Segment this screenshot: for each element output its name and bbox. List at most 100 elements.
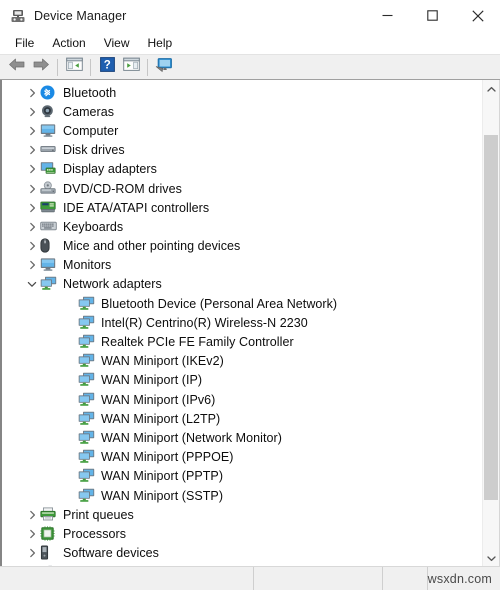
- network-adapter-icon: [78, 449, 95, 465]
- tree-row[interactable]: WAN Miniport (IPv6): [2, 390, 482, 409]
- title-bar: Device Manager: [0, 0, 500, 31]
- chevron-right-icon[interactable]: [24, 526, 40, 542]
- tree-row-label: Keyboards: [63, 219, 124, 234]
- scroll-up-button[interactable]: [483, 80, 499, 97]
- menu-file[interactable]: File: [6, 34, 43, 52]
- tree-row[interactable]: IDE ATA/ATAPI controllers: [2, 198, 482, 217]
- tree-row[interactable]: WAN Miniport (PPPOE): [2, 448, 482, 467]
- menu-view[interactable]: View: [95, 34, 139, 52]
- tree-indent-spacer: [62, 392, 78, 408]
- tree-row[interactable]: Mice and other pointing devices: [2, 237, 482, 256]
- tree-row[interactable]: Monitors: [2, 256, 482, 275]
- bluetooth-icon: [40, 85, 57, 101]
- toolbar-separator: [90, 58, 91, 76]
- tree-row[interactable]: Processors: [2, 524, 482, 543]
- tree-row-label: WAN Miniport (IPv6): [101, 392, 216, 407]
- chevron-right-icon[interactable]: [24, 545, 40, 561]
- device-manager-window: Device Manager File Action View Help ? B…: [0, 0, 500, 590]
- network-adapter-icon: [78, 372, 95, 388]
- chevron-right-icon[interactable]: [24, 181, 40, 197]
- tree-row-label: Bluetooth: [63, 85, 117, 100]
- chevron-right-icon[interactable]: [24, 219, 40, 235]
- scroll-down-button[interactable]: [483, 549, 499, 567]
- tree-indent-spacer: [62, 372, 78, 388]
- processor-icon: [40, 526, 57, 542]
- chevron-right-icon[interactable]: [24, 85, 40, 101]
- close-button[interactable]: [455, 0, 500, 31]
- chevron-right-icon[interactable]: [24, 123, 40, 139]
- toolbar-separator: [147, 58, 148, 76]
- chevron-right-icon[interactable]: [24, 161, 40, 177]
- back-button[interactable]: [5, 56, 29, 78]
- tree-row-label: WAN Miniport (SSTP): [101, 488, 224, 503]
- tree-row[interactable]: DVD/CD-ROM drives: [2, 179, 482, 198]
- status-pane-4: wsxdn.com: [428, 567, 500, 590]
- chevron-down-icon[interactable]: [24, 276, 40, 292]
- tree-row[interactable]: Cameras: [2, 102, 482, 121]
- update-driver-button[interactable]: [119, 56, 143, 78]
- camera-icon: [40, 104, 57, 120]
- tree-row[interactable]: Network adapters: [2, 275, 482, 294]
- chevron-right-icon[interactable]: [24, 200, 40, 216]
- menu-action[interactable]: Action: [43, 34, 94, 52]
- tree-row[interactable]: WAN Miniport (IP): [2, 371, 482, 390]
- tree-row[interactable]: Computer: [2, 121, 482, 140]
- vertical-scrollbar[interactable]: [482, 80, 499, 566]
- chevron-right-icon[interactable]: [24, 142, 40, 158]
- mouse-icon: [40, 238, 57, 254]
- tree-indent-spacer: [62, 334, 78, 350]
- tree-indent-spacer: [62, 468, 78, 484]
- chevron-right-icon[interactable]: [24, 507, 40, 523]
- properties-button[interactable]: [62, 56, 86, 78]
- update-driver-icon: [122, 57, 140, 77]
- tree-row[interactable]: Bluetooth Device (Personal Area Network): [2, 294, 482, 313]
- tree-row-label: Monitors: [63, 258, 112, 273]
- tree-row-label: Cameras: [63, 104, 115, 119]
- scrollbar-thumb[interactable]: [484, 135, 498, 500]
- chevron-right-icon[interactable]: [24, 104, 40, 120]
- tree-row[interactable]: Display adapters: [2, 160, 482, 179]
- tree-row[interactable]: Intel(R) Centrino(R) Wireless-N 2230: [2, 313, 482, 332]
- tree-row-label: IDE ATA/ATAPI controllers: [63, 200, 210, 215]
- tree-row[interactable]: WAN Miniport (L2TP): [2, 409, 482, 428]
- chevron-right-icon[interactable]: [24, 238, 40, 254]
- menu-help[interactable]: Help: [139, 34, 182, 52]
- chevron-down-icon: [487, 549, 496, 567]
- ide-controller-icon: [40, 200, 57, 216]
- tree-row[interactable]: Bluetooth: [2, 83, 482, 102]
- network-adapter-icon: [78, 488, 95, 504]
- tree-row[interactable]: WAN Miniport (Network Monitor): [2, 428, 482, 447]
- watermark-text: wsxdn.com: [427, 571, 492, 586]
- forward-button[interactable]: [29, 56, 53, 78]
- tree-row[interactable]: WAN Miniport (IKEv2): [2, 352, 482, 371]
- tree-row[interactable]: Software devices: [2, 544, 482, 563]
- scan-hardware-button[interactable]: [152, 56, 176, 78]
- tree-row[interactable]: WAN Miniport (PPTP): [2, 467, 482, 486]
- svg-text:?: ?: [103, 59, 110, 71]
- tree-row[interactable]: WAN Miniport (SSTP): [2, 486, 482, 505]
- tree-row-label: DVD/CD-ROM drives: [63, 181, 182, 196]
- network-adapter-icon: [78, 296, 95, 312]
- tree-indent-spacer: [62, 296, 78, 312]
- printer-icon: [40, 507, 57, 523]
- tree-indent-spacer: [62, 449, 78, 465]
- tree-row[interactable]: Keyboards: [2, 217, 482, 236]
- tree-indent-spacer: [62, 353, 78, 369]
- back-arrow-icon: [8, 57, 26, 77]
- device-tree[interactable]: Bluetooth Cameras Computer Disk drives Displ…: [2, 80, 482, 566]
- tree-row[interactable]: Disk drives: [2, 141, 482, 160]
- tree-row[interactable]: Realtek PCIe FE Family Controller: [2, 332, 482, 351]
- status-pane-2: [254, 567, 384, 590]
- tree-indent-spacer: [62, 315, 78, 331]
- tree-row-label: Computer: [63, 123, 119, 138]
- help-button[interactable]: ?: [95, 56, 119, 78]
- tree-row-label: WAN Miniport (IP): [101, 373, 203, 388]
- chevron-right-icon[interactable]: [24, 257, 40, 273]
- minimize-button[interactable]: [365, 0, 410, 31]
- network-adapter-icon: [78, 334, 95, 350]
- maximize-button[interactable]: [410, 0, 455, 31]
- tree-row-label: Bluetooth Device (Personal Area Network): [101, 296, 338, 311]
- toolbar: ?: [0, 54, 500, 80]
- tree-row[interactable]: Print queues: [2, 505, 482, 524]
- device-manager-icon: [10, 8, 26, 24]
